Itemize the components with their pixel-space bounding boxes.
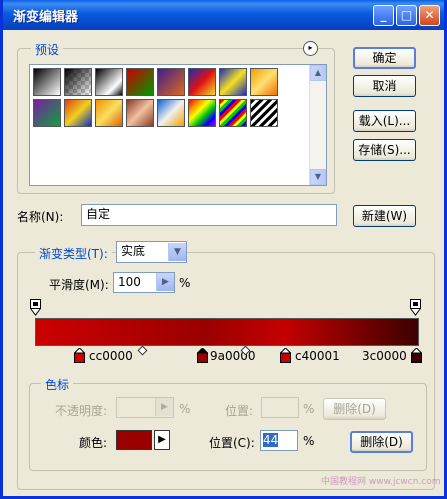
name-input[interactable]: 自定 <box>81 204 337 226</box>
scroll-down-icon[interactable]: ▼ <box>310 169 326 185</box>
load-button[interactable]: 载入(L)... <box>353 110 416 132</box>
preset-swatch[interactable] <box>95 99 123 127</box>
gradient-preview-bar[interactable] <box>35 318 419 346</box>
gradient-editor-window: 渐变编辑器 _ □ ✕ 预设 ▸ ▲ ▼ 确定 取消 载入(L)... 存储(S… <box>0 0 447 499</box>
color-swatch[interactable] <box>116 430 152 450</box>
gradient-type-value: 实底 <box>121 244 146 258</box>
opacity-position-input[interactable] <box>261 397 299 418</box>
gradient-type-label: 渐变类型(T): <box>35 245 112 262</box>
new-button[interactable]: 新建(W) <box>353 205 416 227</box>
stops-legend: 色标 <box>41 376 74 393</box>
gradient-type-select[interactable]: 实底 ▼ <box>116 241 187 263</box>
delete-color-stop-button[interactable]: 删除(D) <box>350 431 413 453</box>
opacity-position-unit: % <box>303 402 315 416</box>
position-label: 位置(C): <box>209 436 255 450</box>
position-input[interactable]: 44 <box>260 430 298 451</box>
preset-swatch[interactable] <box>250 68 278 96</box>
save-button[interactable]: 存储(S)... <box>353 139 416 161</box>
color-stop-1-icon[interactable] <box>74 348 85 363</box>
preset-swatch[interactable] <box>188 99 216 127</box>
opacity-label: 不透明度: <box>55 404 108 418</box>
preset-swatch[interactable] <box>95 68 123 96</box>
color-stop-3-label: c40001 <box>295 349 340 363</box>
color-stop-1-label: cc0000 <box>89 349 133 363</box>
opacity-unit: % <box>179 402 191 416</box>
close-button[interactable]: ✕ <box>419 5 440 26</box>
color-menu-arrow-icon[interactable]: ▶ <box>154 430 170 450</box>
preset-swatch[interactable] <box>250 99 278 127</box>
color-stop-4-label: 3c0000 <box>362 349 407 363</box>
color-stop-3-icon[interactable] <box>280 348 291 363</box>
position-value: 44 <box>263 433 279 447</box>
window-title: 渐变编辑器 <box>13 10 79 25</box>
smoothness-slider-arrow-icon[interactable]: ▶ <box>156 273 174 291</box>
preset-swatch[interactable] <box>219 68 247 96</box>
minimize-button[interactable]: _ <box>373 5 394 26</box>
delete-opacity-stop-button[interactable]: 删除(D) <box>323 398 386 420</box>
title-bar[interactable]: 渐变编辑器 _ □ ✕ <box>3 0 444 30</box>
smoothness-label: 平滑度(M): <box>49 278 109 292</box>
stops-group <box>29 383 427 471</box>
color-label: 颜色: <box>79 436 108 450</box>
presets-menu-icon[interactable]: ▸ <box>303 41 318 56</box>
preset-swatch-list[interactable]: ▲ ▼ <box>29 64 327 186</box>
color-stop-2-icon[interactable] <box>197 348 208 363</box>
ok-button[interactable]: 确定 <box>353 47 416 69</box>
presets-scrollbar[interactable]: ▲ ▼ <box>309 65 326 185</box>
scroll-up-icon[interactable]: ▲ <box>310 65 326 81</box>
maximize-button[interactable]: □ <box>396 5 417 26</box>
opacity-input[interactable]: ▶ <box>116 397 174 418</box>
cancel-button[interactable]: 取消 <box>353 75 416 97</box>
preset-swatch[interactable] <box>219 99 247 127</box>
preset-swatch[interactable] <box>64 68 92 96</box>
preset-swatch[interactable] <box>157 68 185 96</box>
chevron-down-icon[interactable]: ▼ <box>168 243 186 261</box>
smoothness-input[interactable]: 100 ▶ <box>113 272 175 293</box>
preset-swatch[interactable] <box>126 68 154 96</box>
opacity-position-label: 位置: <box>225 404 254 418</box>
opacity-slider-arrow-icon[interactable]: ▶ <box>155 398 173 416</box>
preset-swatch[interactable] <box>188 68 216 96</box>
preset-swatch[interactable] <box>157 99 185 127</box>
smoothness-value: 100 <box>118 275 141 289</box>
color-stop-4-icon[interactable] <box>411 348 422 363</box>
opacity-stop-left-icon[interactable] <box>30 299 41 316</box>
name-label: 名称(N): <box>17 210 64 224</box>
preset-swatch[interactable] <box>126 99 154 127</box>
position-unit: % <box>303 434 315 448</box>
smoothness-unit: % <box>179 276 191 290</box>
preset-swatch[interactable] <box>33 68 61 96</box>
preset-swatch[interactable] <box>33 99 61 127</box>
presets-legend: 预设 <box>31 41 64 58</box>
preset-swatch[interactable] <box>64 99 92 127</box>
watermark: 中国教程网 www.jcwcn.com <box>321 477 441 487</box>
opacity-stop-right-icon[interactable] <box>410 299 421 316</box>
